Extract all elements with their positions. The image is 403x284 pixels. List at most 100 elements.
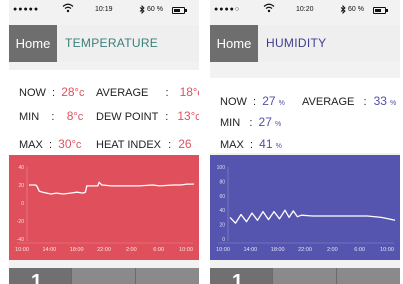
x-tick-label: 18:00	[70, 247, 84, 253]
max-row: MAX : 41 %	[220, 137, 282, 151]
x-tick-label: 2:00	[126, 247, 137, 253]
average-unit: %	[389, 100, 397, 107]
humidity-chart: 100 80 60 40 20 0 10:00 14:00 18:00 22:00 2:00 6:00…	[210, 155, 400, 260]
battery-percent: 60 %	[348, 6, 364, 13]
tab-3[interactable]	[337, 268, 400, 284]
x-tick-label: 14:00	[243, 247, 257, 253]
colon-separator: :	[243, 117, 256, 129]
battery-icon	[373, 7, 388, 14]
y-tick-label: -20	[17, 219, 24, 225]
y-tick-label: 0	[222, 237, 225, 243]
x-tick-label: 18:00	[271, 247, 285, 253]
heat-index-row: HEAT INDEX : 26	[96, 137, 192, 151]
colon-separator: :	[165, 111, 169, 123]
colon-separator: :	[363, 96, 367, 108]
now-label: NOW	[19, 87, 46, 99]
colon-separator: :	[45, 139, 56, 151]
colon-separator: :	[48, 87, 59, 99]
average-row: AVERAGE : 33 %	[302, 94, 396, 108]
wifi-icon	[263, 3, 275, 15]
dew-point-unit: °c	[190, 111, 199, 123]
max-label: MAX	[19, 139, 43, 151]
tab-2[interactable]	[72, 268, 135, 284]
dew-point-value: 13	[177, 109, 191, 123]
chart-background	[9, 155, 199, 260]
x-tick-label: 6:00	[354, 247, 365, 253]
stat-row-3: MAX : 30°c	[19, 137, 81, 151]
stat-row-1: NOW : 28°c	[19, 85, 84, 99]
y-tick-label: 40	[219, 208, 225, 214]
tab-2[interactable]	[273, 268, 336, 284]
app-header: Home HUMIDITY	[210, 25, 400, 62]
stat-row-2: MIN : 8°c	[19, 109, 83, 123]
tab-1-label: 1	[31, 271, 43, 284]
signal-strength: ●●●●○	[214, 6, 241, 13]
status-time: 10:20	[296, 6, 314, 13]
tab-3[interactable]	[136, 268, 199, 284]
x-tick-label: 10:00	[15, 247, 29, 253]
colon-separator: :	[246, 139, 257, 151]
home-button[interactable]: Home	[210, 25, 258, 62]
wifi-icon	[62, 3, 74, 15]
average-label: AVERAGE	[302, 96, 355, 108]
x-tick-label: 14:00	[42, 247, 56, 253]
now-unit: %	[278, 100, 285, 107]
heat-index-label: HEAT INDEX	[96, 139, 161, 151]
y-tick-label: 20	[219, 223, 225, 229]
now-value: 27	[262, 94, 276, 108]
bluetooth-icon	[340, 4, 346, 16]
x-tick-label: 22:00	[298, 247, 312, 253]
page-title: TEMPERATURE	[65, 36, 159, 50]
max-unit: °c	[71, 139, 82, 151]
min-label: MIN	[220, 117, 241, 129]
status-bar: ●●●●● 10:19 60 %	[9, 0, 199, 20]
home-button[interactable]: Home	[9, 25, 57, 62]
min-unit: °c	[73, 111, 84, 123]
page-title: HUMIDITY	[266, 36, 327, 50]
dew-point-row: DEW POINT : 13°c	[96, 109, 199, 123]
humidity-screen: ●●●●○ 10:20 60 % Home HUMIDITY NOW : 27 …	[210, 0, 400, 284]
y-tick-label: 60	[219, 194, 225, 200]
y-tick-label: 20	[18, 183, 24, 189]
colon-separator: :	[249, 96, 260, 108]
x-tick-label: 10:00	[216, 247, 230, 253]
x-tick-label: 10:00	[179, 247, 193, 253]
dew-point-label: DEW POINT	[96, 111, 159, 123]
min-label: MIN	[19, 111, 40, 123]
x-tick-label: 2:00	[327, 247, 338, 253]
y-tick-label: 0	[21, 201, 24, 207]
temperature-screen: ●●●●● 10:19 60 % Home TEMPERATURE NOW : …	[9, 0, 199, 284]
now-row: NOW : 27 %	[220, 94, 285, 108]
chart-background	[210, 155, 400, 260]
min-row: MIN : 27 %	[220, 115, 281, 129]
max-value: 41	[259, 137, 273, 151]
status-time: 10:19	[95, 6, 113, 13]
min-unit: %	[274, 121, 282, 128]
y-tick-label: -40	[17, 237, 24, 243]
bottom-tab-bar: 1	[9, 268, 199, 284]
heat-index-value: 26	[178, 137, 192, 151]
colon-separator: :	[168, 139, 172, 151]
average-unit: °c	[192, 87, 199, 99]
y-tick-label: 80	[219, 179, 225, 185]
tab-1[interactable]: 1	[210, 268, 272, 284]
x-tick-label: 22:00	[97, 247, 111, 253]
colon-separator: :	[42, 111, 64, 123]
stats-panel: NOW : 28°c AVERAGE : 18°c MIN : 8°c DEW …	[9, 70, 199, 155]
temperature-chart: 40 20 0 -20 -40 10:00 14:00 18:00 22:00 2:00 6:00 1…	[9, 155, 199, 260]
status-bar: ●●●●○ 10:20 60 %	[210, 0, 400, 20]
y-tick-label: 40	[18, 165, 24, 171]
average-value: 33	[373, 94, 387, 108]
max-label: MAX	[220, 139, 244, 151]
y-tick-label: 100	[217, 165, 226, 171]
now-value: 28	[61, 85, 75, 99]
now-unit: °c	[74, 87, 85, 99]
colon-separator: :	[165, 87, 169, 99]
average-label: AVERAGE	[96, 87, 149, 99]
signal-strength: ●●●●●	[13, 6, 40, 13]
average-value: 18	[179, 85, 193, 99]
battery-percent: 60 %	[147, 6, 163, 13]
now-label: NOW	[220, 96, 247, 108]
app-header: Home TEMPERATURE	[9, 25, 199, 62]
tab-1[interactable]: 1	[9, 268, 71, 284]
